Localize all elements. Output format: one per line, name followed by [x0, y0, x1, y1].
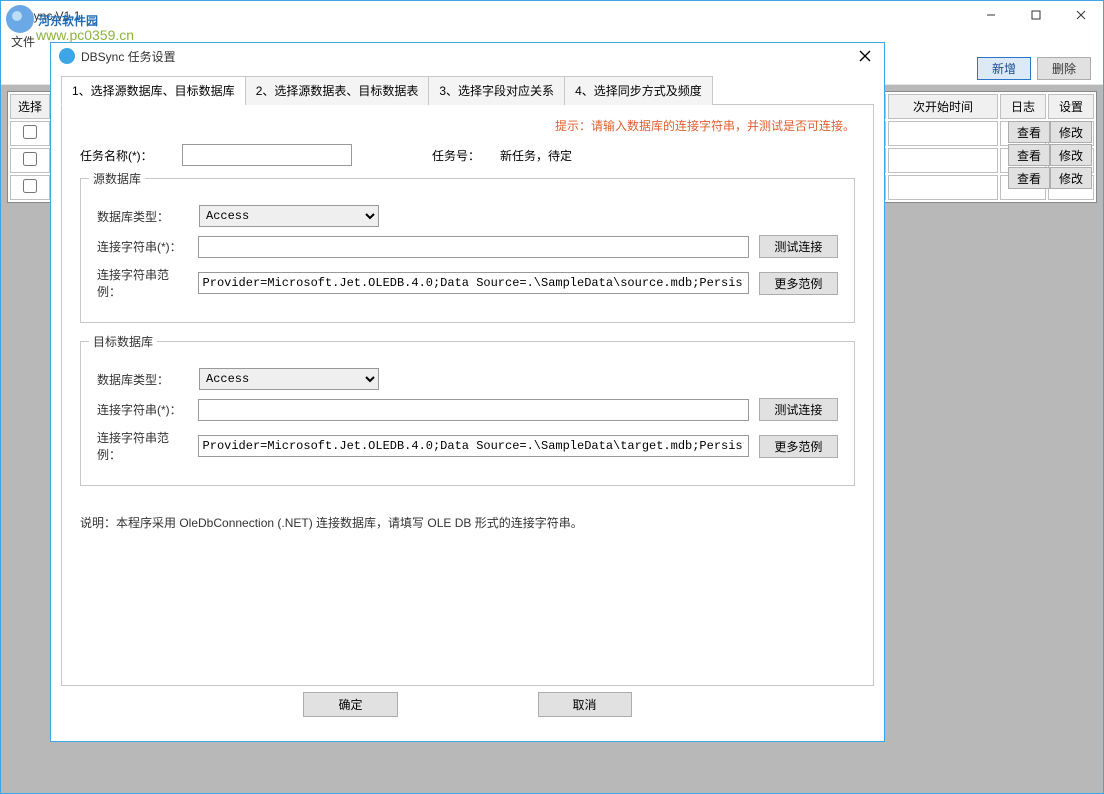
modify-button[interactable]: 修改 — [1050, 167, 1092, 189]
minimize-button[interactable] — [968, 1, 1013, 29]
source-sample-input[interactable] — [198, 272, 749, 294]
hint-text: 提示：请输入数据库的连接字符串，并测试是否可连接。 — [80, 117, 855, 134]
cancel-button[interactable]: 取消 — [538, 692, 632, 717]
maximize-button[interactable] — [1013, 1, 1058, 29]
target-sample-input[interactable] — [198, 435, 749, 457]
source-db-group: 源数据库 数据库类型： Access 连接字符串(*)： 测试连接 连接字符串范… — [80, 178, 855, 323]
target-conn-input[interactable] — [198, 399, 749, 421]
tab-page: 提示：请输入数据库的连接字符串，并测试是否可连接。 任务名称(*)： 任务号： … — [61, 105, 874, 686]
col-nextstart: 次开始时间 — [888, 94, 998, 119]
tab-strip: 1、选择源数据库、目标数据库 2、选择源数据表、目标数据表 3、选择字段对应关系… — [61, 75, 874, 105]
modify-button[interactable]: 修改 — [1050, 144, 1092, 166]
tab-select-fields[interactable]: 3、选择字段对应关系 — [428, 76, 565, 105]
view-button[interactable]: 查看 — [1008, 121, 1050, 143]
target-test-button[interactable]: 测试连接 — [759, 398, 838, 421]
dialog-close-button[interactable] — [854, 45, 876, 67]
task-settings-dialog: DBSync 任务设置 1、选择源数据库、目标数据库 2、选择源数据表、目标数据… — [50, 42, 885, 742]
app-icon — [59, 48, 75, 64]
delete-button[interactable]: 删除 — [1037, 57, 1091, 80]
source-test-button[interactable]: 测试连接 — [759, 235, 838, 258]
source-conn-label: 连接字符串(*)： — [97, 238, 188, 255]
taskname-input[interactable] — [182, 144, 352, 166]
source-more-button[interactable]: 更多范例 — [759, 272, 838, 295]
ok-button[interactable]: 确定 — [303, 692, 397, 717]
modify-button[interactable]: 修改 — [1050, 121, 1092, 143]
target-group-title: 目标数据库 — [89, 333, 157, 350]
dialog-footer: 确定 取消 — [61, 686, 874, 731]
view-button[interactable]: 查看 — [1008, 167, 1050, 189]
footer-note: 说明：本程序采用 OleDbConnection (.NET) 连接数据库，请填… — [80, 504, 855, 537]
target-conn-label: 连接字符串(*)： — [97, 401, 188, 418]
tab-select-db[interactable]: 1、选择源数据库、目标数据库 — [61, 76, 246, 105]
target-dbtype-label: 数据库类型： — [97, 371, 189, 388]
row-action-buttons: 查看修改 查看修改 查看修改 — [1008, 121, 1092, 189]
source-dbtype-select[interactable]: Access — [199, 205, 379, 227]
row-checkbox[interactable] — [23, 125, 37, 139]
taskno-label: 任务号： — [432, 147, 480, 164]
source-sample-label: 连接字符串范例： — [97, 266, 188, 300]
target-more-button[interactable]: 更多范例 — [759, 435, 838, 458]
tab-sync-mode[interactable]: 4、选择同步方式及频度 — [564, 76, 713, 105]
taskname-label: 任务名称(*)： — [80, 147, 172, 164]
dialog-titlebar: DBSync 任务设置 — [51, 43, 884, 69]
target-dbtype-select[interactable]: Access — [199, 368, 379, 390]
source-group-title: 源数据库 — [89, 170, 145, 187]
row-checkbox[interactable] — [23, 152, 37, 166]
target-sample-label: 连接字符串范例： — [97, 429, 188, 463]
target-db-group: 目标数据库 数据库类型： Access 连接字符串(*)： 测试连接 连接字符串… — [80, 341, 855, 486]
row-checkbox[interactable] — [23, 179, 37, 193]
source-conn-input[interactable] — [198, 236, 749, 258]
col-settings: 设置 — [1048, 94, 1094, 119]
source-dbtype-label: 数据库类型： — [97, 208, 189, 225]
tab-select-table[interactable]: 2、选择源数据表、目标数据表 — [245, 76, 430, 105]
close-button[interactable] — [1058, 1, 1103, 29]
main-window-title: DBSync V1.1 — [9, 9, 80, 23]
view-button[interactable]: 查看 — [1008, 144, 1050, 166]
col-log: 日志 — [1000, 94, 1046, 119]
menu-file[interactable]: 文件 — [11, 35, 35, 49]
dialog-title: DBSync 任务设置 — [81, 48, 854, 65]
col-select: 选择 — [10, 94, 50, 119]
taskno-value: 新任务，待定 — [500, 147, 572, 164]
add-button[interactable]: 新增 — [977, 57, 1031, 80]
main-titlebar: DBSync V1.1 — [1, 1, 1103, 31]
